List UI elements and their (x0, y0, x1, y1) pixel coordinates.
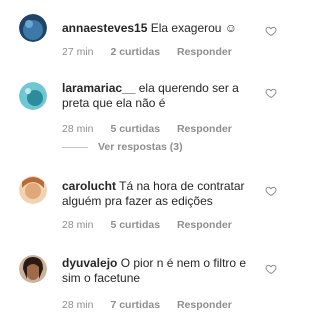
comment-username[interactable]: laramariac__ (62, 81, 135, 95)
reply-button[interactable]: Responder (177, 219, 232, 231)
view-replies-button[interactable]: Ver respostas (3) (62, 141, 183, 153)
comment-text: Ela exagerou ☺ (150, 21, 238, 35)
comment-likes[interactable]: 5 curtidas (110, 123, 160, 135)
replies-divider (62, 146, 88, 148)
comment-meta: 28 min 5 curtidas Responder (62, 123, 246, 135)
avatar[interactable] (19, 82, 47, 110)
comment-likes[interactable]: 2 curtidas (110, 46, 160, 58)
avatar[interactable] (19, 255, 47, 283)
comment-text-block: annaesteves15 Ela exagerou ☺ (62, 21, 248, 36)
avatar[interactable] (19, 14, 47, 42)
comment-time[interactable]: 28 min (62, 299, 94, 311)
comment-time[interactable]: 28 min (62, 123, 94, 135)
comment-time[interactable]: 27 min (62, 46, 94, 58)
heart-icon[interactable] (265, 25, 277, 37)
comment-likes[interactable]: 5 curtidas (110, 219, 160, 231)
comment-likes[interactable]: 7 curtidas (110, 299, 160, 311)
comment-username[interactable]: dyuvalejo (62, 256, 117, 270)
reply-button[interactable]: Responder (177, 123, 232, 135)
comment-username[interactable]: annaesteves15 (62, 21, 147, 35)
comment-meta: 28 min 7 curtidas Responder (62, 299, 246, 311)
heart-icon[interactable] (265, 87, 277, 99)
reply-button[interactable]: Responder (177, 299, 232, 311)
comment-text-block: laramariac__ ela querendo ser a preta qu… (62, 81, 248, 111)
comment-text-block: carolucht Tá na hora de contratar alguém… (62, 179, 248, 209)
comment-meta: 28 min 5 curtidas Responder (62, 219, 246, 231)
comment-meta: 27 min 2 curtidas Responder (62, 46, 246, 58)
comment-time[interactable]: 28 min (62, 219, 94, 231)
avatar[interactable] (19, 176, 47, 204)
heart-icon[interactable] (265, 185, 277, 197)
comment-text-block: dyuvalejo O pior n é nem o filtro e sim … (62, 256, 248, 286)
view-replies-label[interactable]: Ver respostas (3) (98, 141, 183, 153)
heart-icon[interactable] (265, 263, 277, 275)
reply-button[interactable]: Responder (177, 46, 232, 58)
comment-username[interactable]: carolucht (62, 179, 116, 193)
